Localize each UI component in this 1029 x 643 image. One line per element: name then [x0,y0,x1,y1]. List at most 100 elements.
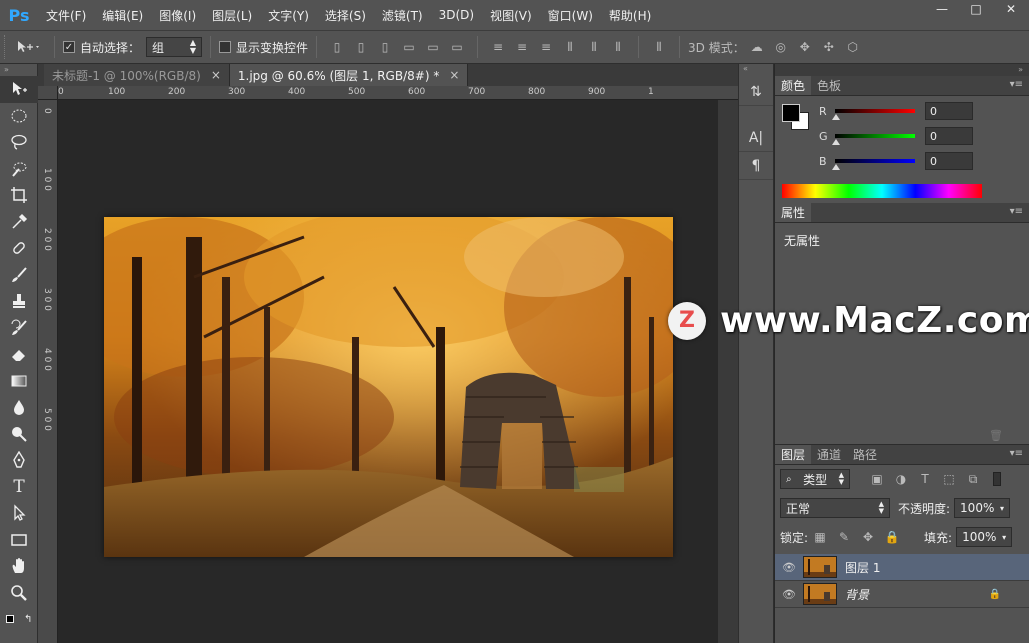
filter-adjustment-icon[interactable]: ◑ [892,470,910,488]
distribute-bottom-icon[interactable]: ≡ [537,38,555,56]
lock-pixels-icon[interactable]: ✎ [835,528,853,546]
filter-smart-object-icon[interactable]: ⧉ [964,470,982,488]
pen-tool-icon[interactable] [0,447,38,474]
brush-tool-icon[interactable] [0,262,38,289]
menu-3d[interactable]: 3D(D) [431,0,482,30]
panel-menu-icon[interactable]: ▾≡ [1010,448,1023,459]
filter-pixel-icon[interactable]: ▣ [868,470,886,488]
layer-row-background[interactable]: 👁 背景 🔒 [775,581,1029,608]
green-slider[interactable] [832,134,915,145]
tab-close-icon[interactable]: × [449,68,459,82]
panel-menu-icon[interactable]: ▾≡ [1010,206,1023,217]
rectangle-tool-icon[interactable] [0,527,38,554]
slider-thumb[interactable] [832,164,840,170]
auto-align-icon[interactable]: ⫴ [650,38,668,56]
eye-icon[interactable]: 👁 [775,561,803,574]
type-tool-icon[interactable]: T [0,474,38,501]
eraser-tool-icon[interactable] [0,341,38,368]
show-transform-checkbox[interactable] [219,41,232,53]
history-brush-tool-icon[interactable] [0,315,38,342]
tab-layers[interactable]: 图层 [775,445,812,464]
horizontal-ruler[interactable]: 0 100 200 300 400 500 600 700 800 900 1 [58,86,738,100]
green-value-input[interactable]: 0 [925,127,973,145]
lock-transparent-icon[interactable]: ▦ [811,528,829,546]
lock-position-icon[interactable]: ✥ [859,528,877,546]
menu-image[interactable]: 图像(I) [151,0,204,30]
opacity-input[interactable]: 100% ▾ [954,498,1011,518]
menu-select[interactable]: 选择(S) [317,0,374,30]
eye-icon[interactable]: 👁 [775,588,803,601]
blend-mode-dropdown[interactable]: 正常 ▲ ▼ [780,498,890,518]
menu-view[interactable]: 视图(V) [482,0,540,30]
lasso-tool-icon[interactable] [0,129,38,156]
red-slider[interactable] [832,109,915,120]
iconcol-collapse-icon[interactable]: « [739,64,773,78]
hand-tool-icon[interactable] [0,553,38,580]
filter-type-icon[interactable]: T [916,470,934,488]
quick-select-tool-icon[interactable] [0,156,38,183]
align-hcenter-icon[interactable]: ▭ [424,38,442,56]
eyedropper-tool-icon[interactable] [0,209,38,236]
tab-paths[interactable]: 路径 [847,445,883,464]
move-tool-preset-icon[interactable] [13,38,43,56]
color-swatches-icon[interactable]: ↰ [0,606,38,633]
move-tool-icon[interactable] [0,76,38,103]
default-colors-icon[interactable] [6,615,14,624]
paragraph-panel-icon[interactable]: ¶ [739,152,773,180]
red-value-input[interactable]: 0 [925,102,973,120]
fill-input[interactable]: 100% ▾ [956,527,1013,547]
layer-row-layer-1[interactable]: 👁 图层 1 [775,554,1029,581]
menu-help[interactable]: 帮助(H) [601,0,659,30]
character-panel-icon[interactable]: A| [739,124,773,152]
vertical-ruler[interactable]: 0 1 0 0 2 0 0 3 0 0 4 0 0 5 0 0 [38,100,58,643]
lock-all-icon[interactable]: 🔒 [883,528,901,546]
path-selection-tool-icon[interactable] [0,500,38,527]
minimize-button[interactable]: — [925,0,959,18]
maximize-button[interactable]: □ [959,0,993,18]
zoom-tool-icon[interactable] [0,580,38,607]
3d-orbit-icon[interactable]: ☁ [748,38,766,56]
distribute-vcenter-icon[interactable]: ≡ [513,38,531,56]
3d-slide-icon[interactable]: ✣ [820,38,838,56]
history-panel-icon[interactable]: ⇅ [739,78,773,106]
blue-slider[interactable] [832,159,915,170]
layer-name[interactable]: 背景 [845,586,869,603]
menu-layer[interactable]: 图层(L) [204,0,260,30]
distribute-top-icon[interactable]: ≡ [489,38,507,56]
color-spectrum-ramp[interactable] [782,184,982,198]
dodge-tool-icon[interactable] [0,421,38,448]
close-button[interactable]: ✕ [993,0,1029,18]
tab-1-jpg[interactable]: 1.jpg @ 60.6% (图层 1, RGB/8#) * × [229,64,469,86]
blur-tool-icon[interactable] [0,394,38,421]
align-bottom-icon[interactable]: ▯ [376,38,394,56]
ruler-origin[interactable] [38,86,58,100]
menu-filter[interactable]: 滤镜(T) [374,0,431,30]
layer-name[interactable]: 图层 1 [845,559,880,576]
clone-stamp-tool-icon[interactable] [0,288,38,315]
distribute-left-icon[interactable]: ⦀ [561,38,579,56]
3d-roll-icon[interactable]: ◎ [772,38,790,56]
distribute-hcenter-icon[interactable]: ⦀ [585,38,603,56]
align-top-icon[interactable]: ▯ [328,38,346,56]
layer-filter-dropdown[interactable]: ⌕ 类型 ▲ ▼ [780,469,850,489]
menu-window[interactable]: 窗口(W) [540,0,601,30]
align-right-icon[interactable]: ▭ [448,38,466,56]
gradient-tool-icon[interactable] [0,368,38,395]
menu-file[interactable]: 文件(F) [38,0,94,30]
foreground-color-swatch[interactable] [782,104,800,122]
tab-swatches[interactable]: 色板 [811,76,847,95]
crop-tool-icon[interactable] [0,182,38,209]
distribute-right-icon[interactable]: ⦀ [609,38,627,56]
healing-brush-tool-icon[interactable] [0,235,38,262]
marquee-tool-icon[interactable] [0,103,38,130]
slider-thumb[interactable] [832,139,840,145]
slider-thumb[interactable] [832,114,840,120]
menu-edit[interactable]: 编辑(E) [94,0,151,30]
auto-select-dropdown[interactable]: 组 ▲ ▼ [146,37,203,57]
tab-properties[interactable]: 属性 [775,203,812,222]
blue-value-input[interactable]: 0 [925,152,973,170]
trash-icon[interactable]: 🗑 [989,429,1003,442]
filter-toggle-switch[interactable] [993,472,1001,486]
filter-shape-icon[interactable]: ⬚ [940,470,958,488]
canvas-image-autumn-forest[interactable] [104,217,673,557]
